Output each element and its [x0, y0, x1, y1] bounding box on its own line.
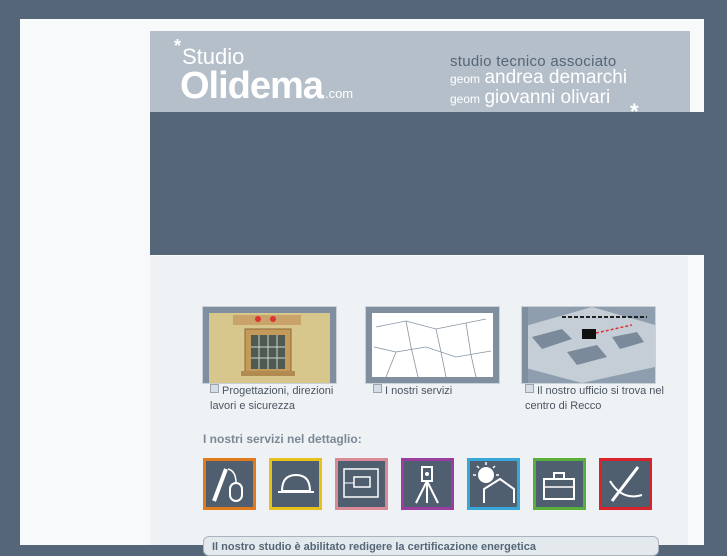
location-map-icon	[522, 307, 655, 383]
feature-caption: Progettazioni, direzioni lavori e sicure…	[210, 385, 334, 412]
bullet-icon	[525, 384, 534, 393]
pencil-mouse-icon	[212, 468, 243, 502]
feature-thumb-projects[interactable]	[202, 306, 337, 384]
logo-domain: .com	[324, 86, 354, 101]
service-design[interactable]	[203, 458, 256, 510]
energy-certification-notice: Il nostro studio è abilitato redigere la…	[203, 536, 659, 556]
compass-icon	[609, 466, 643, 502]
feature-link-office[interactable]: Il nostro ufficio si trova nel centro di…	[525, 384, 665, 414]
banner-area	[150, 112, 727, 255]
feature-link-projects[interactable]: Progettazioni, direzioni lavori e sicure…	[210, 384, 340, 414]
theodolite-icon	[415, 466, 439, 504]
feature-caption: Il nostro ufficio si trova nel centro di…	[525, 385, 664, 412]
building-facade-icon	[203, 307, 336, 383]
feature-caption: I nostri servizi	[385, 385, 453, 397]
logo-olidema-text: Olidema .com	[180, 65, 354, 107]
briefcase-icon	[543, 472, 575, 500]
bullet-icon	[210, 384, 219, 393]
helmet-icon	[278, 473, 314, 493]
left-column	[20, 19, 150, 545]
bullet-icon	[373, 384, 382, 393]
main-content: Progettazioni, direzioni lavori e sicure…	[150, 256, 688, 556]
floorplan-icon	[343, 468, 379, 498]
service-survey[interactable]	[401, 458, 454, 510]
feature-thumb-office-map[interactable]	[521, 306, 656, 384]
site-header: * Studio Olidema .com studio tecnico asso…	[150, 31, 690, 123]
sun-house-icon	[473, 462, 515, 503]
feature-thumb-services[interactable]	[365, 306, 500, 384]
notice-text: Il nostro studio è abilitato redigere la…	[212, 541, 536, 553]
service-floorplan[interactable]	[335, 458, 388, 510]
feature-link-services[interactable]: I nostri servizi	[373, 384, 493, 399]
logo-star-icon: *	[174, 36, 182, 56]
services-detail-heading: I nostri servizi nel dettaglio:	[203, 432, 362, 446]
service-energy[interactable]	[467, 458, 520, 510]
service-drafting[interactable]	[599, 458, 652, 510]
partner-name-1: geom andrea demarchi	[450, 67, 628, 88]
cadastral-map-icon	[366, 307, 499, 383]
service-safety[interactable]	[269, 458, 322, 510]
partner-name-2: geom giovanni olivari	[450, 87, 611, 108]
service-consulting[interactable]	[533, 458, 586, 510]
